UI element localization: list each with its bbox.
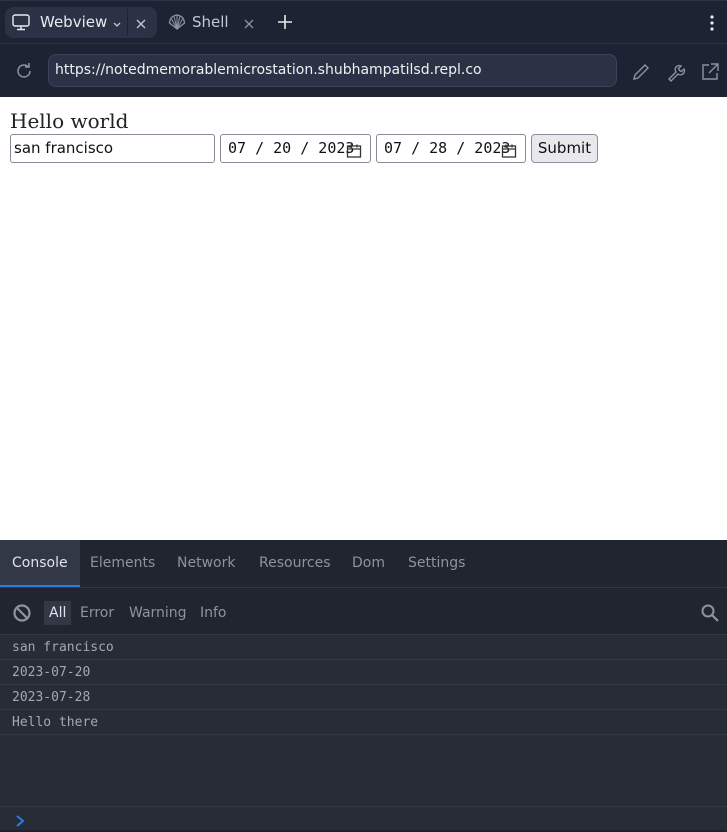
log-entry: 2023-07-20: [0, 660, 727, 685]
page-heading: Hello world: [10, 109, 129, 133]
filter-info[interactable]: Info: [200, 601, 227, 625]
open-external-icon[interactable]: [700, 62, 720, 86]
tab-elements[interactable]: Elements: [90, 540, 155, 587]
filter-error[interactable]: Error: [80, 601, 114, 625]
pencil-icon[interactable]: [631, 62, 651, 86]
tab-shell-label: Shell: [192, 13, 229, 31]
monitor-icon: [12, 14, 30, 35]
webview-content: Hello world san francisco 07 / 20 / 2023…: [0, 97, 727, 540]
log-entry: 2023-07-28: [0, 685, 727, 710]
console-input[interactable]: [0, 806, 727, 830]
tab-bar: Webview Shell: [0, 0, 727, 44]
tab-webview-label: Webview: [40, 13, 108, 31]
devtools-panel: Console Elements Network Resources Dom S…: [0, 540, 727, 830]
chevron-right-icon: [14, 813, 26, 832]
console-filters: All Error Warning Info: [0, 588, 727, 635]
more-options-icon[interactable]: [708, 14, 716, 36]
plus-icon[interactable]: [276, 13, 294, 35]
console-log-area: san francisco 2023-07-20 2023-07-28 Hell…: [0, 635, 727, 806]
end-date-value: 07 / 28 / 2023: [384, 139, 511, 157]
tab-settings[interactable]: Settings: [408, 540, 465, 587]
tab-network[interactable]: Network: [177, 540, 235, 587]
url-bar: https://notedmemorablemicrostation.shubh…: [0, 44, 727, 97]
start-date-input[interactable]: 07 / 20 / 2023: [220, 134, 371, 163]
chevron-down-icon[interactable]: [112, 14, 122, 33]
reload-icon[interactable]: [14, 61, 34, 85]
end-date-input[interactable]: 07 / 28 / 2023: [376, 134, 526, 163]
search-icon[interactable]: [700, 603, 720, 627]
url-input[interactable]: https://notedmemorablemicrostation.shubh…: [48, 54, 617, 87]
tab-resources[interactable]: Resources: [259, 540, 331, 587]
clear-console-icon[interactable]: [12, 603, 32, 627]
log-entry: Hello there: [0, 710, 727, 735]
log-entry: san francisco: [0, 635, 727, 660]
submit-button[interactable]: Submit: [531, 134, 598, 163]
calendar-icon[interactable]: [346, 141, 362, 168]
wrench-icon[interactable]: [666, 62, 686, 86]
tab-dom[interactable]: Dom: [352, 540, 385, 587]
start-date-value: 07 / 20 / 2023: [228, 139, 355, 157]
devtools-tabs: Console Elements Network Resources Dom S…: [0, 540, 727, 588]
tab-webview[interactable]: Webview: [5, 7, 157, 38]
city-input[interactable]: san francisco: [10, 134, 215, 163]
close-icon[interactable]: [243, 15, 255, 34]
shell-icon: [168, 14, 186, 34]
tab-console[interactable]: Console: [0, 540, 80, 587]
close-icon[interactable]: [135, 15, 147, 34]
filter-warning[interactable]: Warning: [129, 601, 187, 625]
calendar-icon[interactable]: [501, 141, 517, 168]
tab-divider: [127, 9, 128, 36]
filter-all[interactable]: All: [44, 601, 72, 625]
